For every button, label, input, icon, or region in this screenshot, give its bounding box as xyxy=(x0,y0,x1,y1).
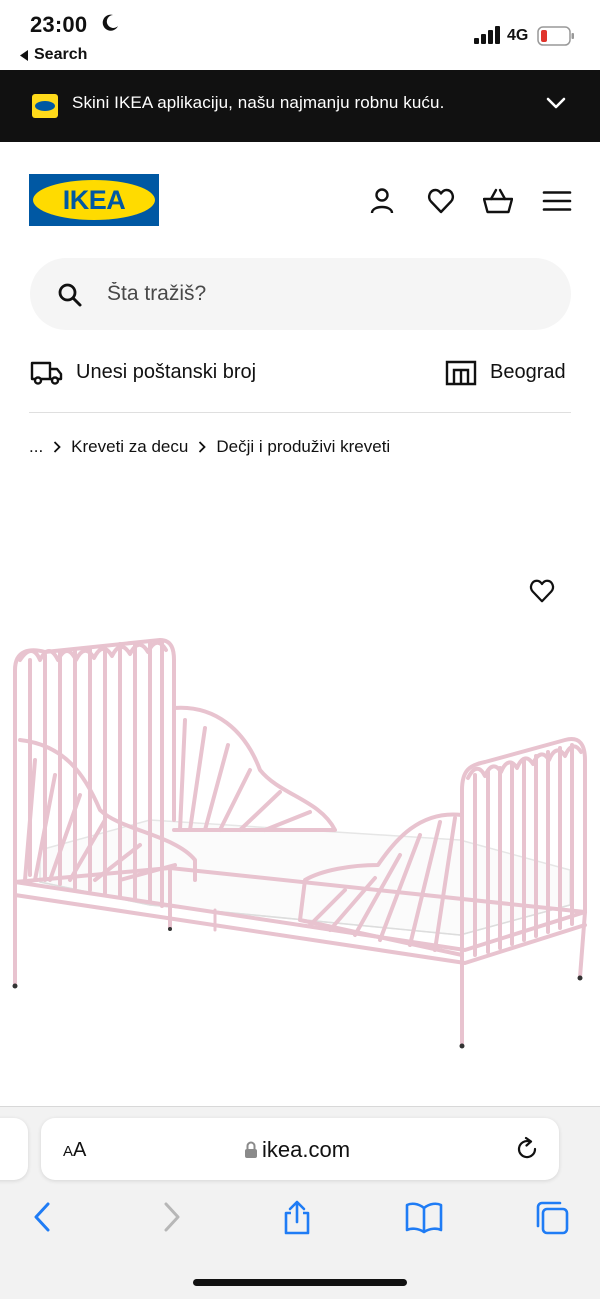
back-triangle-icon xyxy=(20,49,28,61)
back-search-label: Search xyxy=(34,46,88,63)
home-indicator[interactable] xyxy=(193,1279,407,1286)
store-icon[interactable] xyxy=(445,360,477,386)
ikea-logo[interactable]: IKEA xyxy=(29,174,159,226)
url-display[interactable]: ikea.com xyxy=(244,1137,350,1163)
back-icon[interactable] xyxy=(30,1200,54,1234)
chevron-right-icon xyxy=(53,441,61,453)
postal-code-link[interactable]: Unesi poštanski broj xyxy=(76,361,256,384)
lock-icon xyxy=(245,1141,257,1158)
ikea-app-icon xyxy=(32,94,58,118)
store-link[interactable]: Beograd xyxy=(490,361,566,384)
search-input[interactable] xyxy=(107,258,537,330)
basket-icon[interactable] xyxy=(483,186,513,216)
heart-icon[interactable] xyxy=(426,186,456,216)
product-image-bed[interactable] xyxy=(0,620,600,1060)
reload-icon[interactable] xyxy=(514,1136,540,1162)
search-icon xyxy=(58,283,82,307)
moon-icon xyxy=(102,14,118,31)
forward-icon xyxy=(164,1202,180,1232)
previous-tab-preview[interactable] xyxy=(0,1118,28,1180)
account-icon[interactable] xyxy=(367,186,397,216)
bookmarks-icon[interactable] xyxy=(405,1200,443,1234)
delivery-truck-icon[interactable] xyxy=(30,360,63,386)
breadcrumb-kids-beds[interactable]: Kreveti za decu xyxy=(71,437,188,457)
divider xyxy=(29,412,571,413)
signal-icon xyxy=(474,26,500,44)
logo-text: IKEA xyxy=(62,184,126,215)
chevron-down-icon[interactable] xyxy=(546,96,566,110)
battery-icon xyxy=(537,26,574,46)
tabs-icon[interactable] xyxy=(534,1200,570,1236)
breadcrumb-extendable-beds[interactable]: Dečji i produživi kreveti xyxy=(216,437,390,457)
breadcrumb: ... Kreveti za decu Dečji i produživi kr… xyxy=(29,437,390,457)
status-time: 23:00 xyxy=(30,12,88,37)
chevron-right-icon xyxy=(198,441,207,453)
breadcrumb-ellipsis[interactable]: ... xyxy=(29,437,43,457)
url-text: ikea.com xyxy=(262,1137,351,1162)
reader-settings-button[interactable]: AA xyxy=(63,1139,86,1162)
promo-text: Skini IKEA aplikaciju, našu najmanju rob… xyxy=(72,93,445,112)
menu-icon[interactable] xyxy=(542,186,572,216)
back-to-search-link[interactable]: Search xyxy=(20,46,87,64)
network-type: 4G xyxy=(507,27,529,44)
app-promo-banner[interactable]: Skini IKEA aplikaciju, našu najmanju rob… xyxy=(0,70,600,142)
search-bar[interactable] xyxy=(30,258,571,330)
status-bar: 23:00 Search 4G xyxy=(0,0,600,70)
share-icon[interactable] xyxy=(281,1200,313,1236)
add-to-favourites-heart-icon[interactable] xyxy=(528,578,556,604)
